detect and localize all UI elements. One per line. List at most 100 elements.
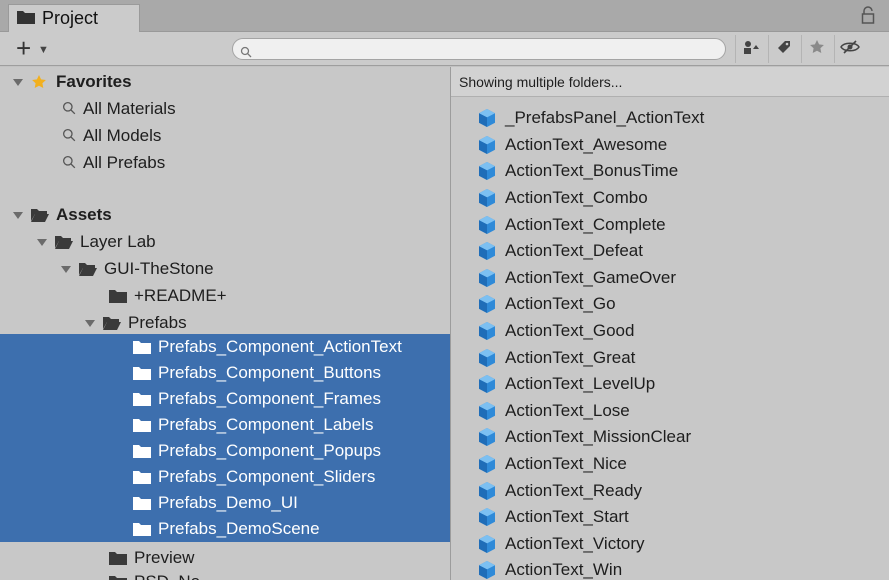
tree-item-psd[interactable]: PSD_No xyxy=(0,569,450,580)
prefab-icon xyxy=(477,215,497,235)
lock-icon[interactable] xyxy=(861,6,875,24)
asset-item[interactable]: ActionText_BonusTime xyxy=(477,158,678,185)
tree-item-prefabs-component-buttons[interactable]: Prefabs_Component_Buttons xyxy=(0,360,450,386)
tree-item-layer-lab[interactable]: Layer Lab xyxy=(0,229,450,255)
asset-label: ActionText_Good xyxy=(505,321,635,341)
asset-label: ActionText_Nice xyxy=(505,454,627,474)
asset-item[interactable]: ActionText_Win xyxy=(477,557,622,580)
asset-item[interactable]: ActionText_Awesome xyxy=(477,132,667,159)
tree-item-prefabs[interactable]: Prefabs xyxy=(0,310,450,336)
asset-item[interactable]: ActionText_Combo xyxy=(477,185,648,212)
prefab-icon xyxy=(477,108,497,128)
asset-item[interactable]: _PrefabsPanel_ActionText xyxy=(477,105,704,132)
create-button[interactable]: + xyxy=(16,35,31,61)
asset-label: ActionText_Great xyxy=(505,347,636,367)
tree-item-label: GUI-TheStone xyxy=(104,259,214,278)
tree-item-preview[interactable]: Preview xyxy=(0,545,450,571)
tree-item-prefabs-demo-ui[interactable]: Prefabs_Demo_UI xyxy=(0,490,450,516)
asset-item[interactable]: ActionText_Great xyxy=(477,344,635,371)
prefab-icon xyxy=(477,321,497,341)
asset-item[interactable]: ActionText_Defeat xyxy=(477,238,643,265)
asset-item[interactable]: ActionText_Lose xyxy=(477,398,630,425)
prefab-icon xyxy=(477,241,497,261)
tree-item-prefabs-component-sliders[interactable]: Prefabs_Component_Sliders xyxy=(0,464,450,490)
tree-item-label: All Prefabs xyxy=(83,153,166,172)
favorite-all-materials[interactable]: All Materials xyxy=(0,96,450,122)
tree-item-prefabs-component-popups[interactable]: Prefabs_Component_Popups xyxy=(0,438,450,464)
tree-item-label: Prefabs xyxy=(128,313,187,332)
asset-item[interactable]: ActionText_Nice xyxy=(477,451,627,478)
star-icon xyxy=(809,39,825,60)
prefab-icon xyxy=(477,188,497,208)
tree-item-prefabs-demoscene[interactable]: Prefabs_DemoScene xyxy=(0,516,450,542)
asset-item[interactable]: ActionText_Go xyxy=(477,291,616,318)
window-tab-bar: Project xyxy=(0,0,889,32)
asset-label: ActionText_Lose xyxy=(505,400,630,420)
tree-item-prefabs-component-actiontext[interactable]: Prefabs_Component_ActionText xyxy=(0,334,450,360)
asset-item[interactable]: ActionText_Complete xyxy=(477,211,666,238)
folder-icon xyxy=(132,443,152,459)
search-input[interactable] xyxy=(232,38,726,60)
chevron-down-icon[interactable]: ▼ xyxy=(38,44,49,56)
expand-arrow-icon[interactable] xyxy=(84,317,96,329)
content-header: Showing multiple folders... xyxy=(451,67,889,97)
search-by-type-button[interactable] xyxy=(735,35,765,63)
expand-arrow-icon[interactable] xyxy=(12,76,24,88)
tab-label: Project xyxy=(42,8,99,28)
tree-item-label: Prefabs_Component_Sliders xyxy=(158,467,376,486)
favorite-all-prefabs[interactable]: All Prefabs xyxy=(0,150,450,176)
prefab-icon xyxy=(477,401,497,421)
favorite-all-models[interactable]: All Models xyxy=(0,123,450,149)
tree-item-favorites[interactable]: Favorites xyxy=(0,69,450,95)
asset-label: ActionText_Go xyxy=(505,294,616,314)
asset-item[interactable]: ActionText_LevelUp xyxy=(477,371,655,398)
search-by-label-button[interactable] xyxy=(768,35,798,63)
asset-label: ActionText_Complete xyxy=(505,214,666,234)
tree-item-label: +README+ xyxy=(134,286,227,305)
project-tab[interactable]: Project xyxy=(8,4,140,32)
expand-arrow-icon[interactable] xyxy=(36,236,48,248)
asset-item[interactable]: ActionText_MissionClear xyxy=(477,424,691,451)
asset-item[interactable]: ActionText_Victory xyxy=(477,531,645,558)
folder-tree-panel[interactable]: Favorites All Materials All Models All P… xyxy=(0,67,450,580)
tree-item-assets[interactable]: Assets xyxy=(0,202,450,228)
asset-item[interactable]: ActionText_Ready xyxy=(477,477,642,504)
asset-label: ActionText_BonusTime xyxy=(505,161,679,181)
asset-item[interactable]: ActionText_GameOver xyxy=(477,265,676,292)
asset-label: ActionText_Ready xyxy=(505,480,643,500)
tag-icon xyxy=(776,39,792,60)
folder-icon xyxy=(108,288,128,304)
tree-item-label: Prefabs_Demo_UI xyxy=(158,493,298,512)
tree-item-readme[interactable]: +README+ xyxy=(0,283,450,309)
favorites-filter-button[interactable] xyxy=(801,35,831,63)
hidden-packages-button[interactable] xyxy=(834,35,864,63)
asset-label: ActionText_GameOver xyxy=(505,267,677,287)
folder-icon xyxy=(108,550,128,566)
folder-icon xyxy=(108,574,128,580)
asset-label: ActionText_Start xyxy=(505,507,629,527)
folder-icon xyxy=(132,469,152,485)
open-folder-icon xyxy=(30,207,50,223)
asset-label: ActionText_MissionClear xyxy=(505,427,692,447)
tree-item-label: Prefabs_Component_Popups xyxy=(158,441,382,460)
folder-icon xyxy=(132,391,152,407)
expand-arrow-icon[interactable] xyxy=(12,209,24,221)
asset-item[interactable]: ActionText_Start xyxy=(477,504,629,531)
expand-arrow-icon[interactable] xyxy=(60,263,72,275)
tree-item-prefabs-component-labels[interactable]: Prefabs_Component_Labels xyxy=(0,412,450,438)
tree-item-label: PSD_No xyxy=(134,572,200,580)
prefab-icon xyxy=(477,454,497,474)
tree-item-label: Layer Lab xyxy=(80,232,156,251)
tree-item-label: Preview xyxy=(134,548,195,567)
tree-item-label: Assets xyxy=(56,205,112,224)
asset-list-panel[interactable]: Showing multiple folders... _PrefabsPane… xyxy=(451,67,889,580)
asset-item[interactable]: ActionText_Good xyxy=(477,318,634,345)
open-folder-icon xyxy=(54,234,74,250)
tree-item-prefabs-component-frames[interactable]: Prefabs_Component_Frames xyxy=(0,386,450,412)
prefab-icon xyxy=(477,268,497,288)
open-folder-icon xyxy=(78,261,98,277)
tree-item-gui-thestone[interactable]: GUI-TheStone xyxy=(0,256,450,282)
star-icon xyxy=(30,74,50,90)
open-folder-icon xyxy=(102,315,122,331)
asset-label: ActionText_LevelUp xyxy=(505,374,656,394)
